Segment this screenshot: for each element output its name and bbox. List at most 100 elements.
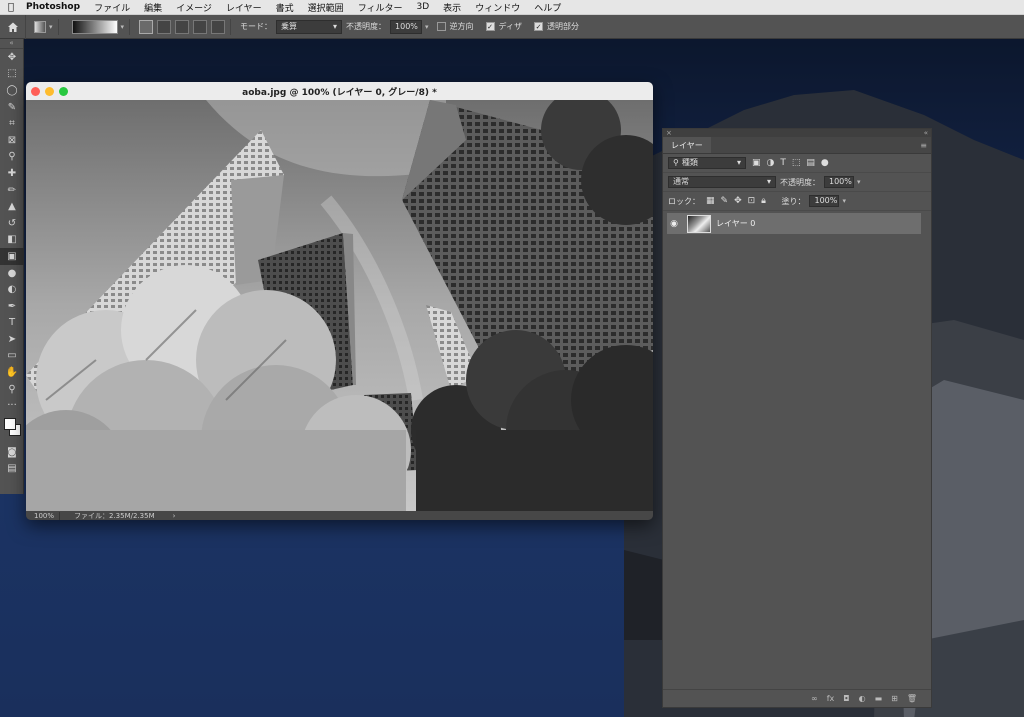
linear-gradient-button[interactable] — [139, 19, 154, 34]
quick-select-tool-icon[interactable]: ✎ — [0, 99, 24, 116]
menu-view[interactable]: 表示 — [436, 1, 468, 14]
layer-opacity-input[interactable]: 100% — [824, 176, 854, 188]
diamond-gradient-button[interactable] — [211, 19, 226, 34]
dither-label: ディザ — [498, 22, 522, 31]
status-menu-arrow[interactable]: › — [155, 512, 176, 520]
filter-toggle-icon[interactable]: ● — [821, 158, 829, 168]
panel-tabs: レイヤー ≡ — [663, 137, 931, 154]
adjustment-layer-icon[interactable]: ◐ — [859, 694, 866, 703]
lock-pixels-icon[interactable]: ✎ — [721, 196, 729, 206]
brush-tool-icon[interactable]: ✏ — [0, 182, 24, 199]
hand-tool-icon[interactable]: ✋ — [0, 364, 24, 381]
tool-preset-picker[interactable] — [34, 20, 46, 33]
fill-input[interactable]: 100% — [809, 195, 840, 207]
menu-app-name[interactable]: Photoshop — [22, 2, 87, 12]
apple-icon[interactable]:  — [0, 2, 22, 13]
lock-row: ロック： ▦ ✎ ✥ ⊡ 🔒︎ 塗り： 100% ▾ — [663, 192, 931, 211]
new-group-icon[interactable]: ▬ — [875, 694, 883, 703]
foreground-color-swatch[interactable] — [4, 418, 16, 431]
gradient-tool-icon[interactable]: ▣ — [0, 248, 24, 265]
adjustment-filter-icon[interactable]: ◑ — [767, 158, 775, 168]
marquee-tool-icon[interactable]: ⬚ — [0, 66, 24, 83]
blend-row: 通常 ▾ 不透明度： 100% ▾ — [663, 173, 931, 192]
rectangle-tool-icon[interactable]: ▭ — [0, 348, 24, 365]
menu-select[interactable]: 選択範囲 — [301, 1, 351, 14]
mode-value: 乗算 — [281, 21, 298, 31]
menu-layer[interactable]: レイヤー — [219, 1, 269, 14]
blur-tool-icon[interactable]: ● — [0, 265, 24, 282]
menu-filter[interactable]: フィルター — [351, 1, 410, 14]
crop-tool-icon[interactable]: ⌗ — [0, 115, 24, 132]
new-layer-icon[interactable]: ⊞ — [891, 694, 898, 703]
zoom-tool-icon[interactable]: ⚲ — [0, 381, 24, 398]
healing-brush-tool-icon[interactable]: ✚ — [0, 165, 24, 182]
stamp-tool-icon[interactable]: ▲ — [0, 198, 24, 215]
dither-checkbox[interactable]: ✓ — [485, 22, 495, 31]
chevron-down-icon[interactable]: ▾ — [857, 178, 861, 186]
history-brush-tool-icon[interactable]: ↺ — [0, 215, 24, 232]
quick-mask-icon[interactable]: ◙ — [0, 444, 24, 461]
frame-tool-icon[interactable]: ⊠ — [0, 132, 24, 149]
menu-3d[interactable]: 3D — [410, 2, 437, 12]
eyedropper-tool-icon[interactable]: ⚲ — [0, 149, 24, 166]
lock-position-icon[interactable]: ✥ — [734, 196, 742, 206]
menu-file[interactable]: ファイル — [87, 1, 137, 14]
home-button[interactable] — [0, 14, 26, 39]
type-tool-icon[interactable]: T — [0, 315, 24, 332]
layer-style-icon[interactable]: fx — [827, 694, 835, 703]
lock-transparent-icon[interactable]: ▦ — [706, 196, 715, 206]
transparency-checkbox[interactable]: ✓ — [534, 22, 543, 31]
mode-select[interactable]: 乗算 ▾ — [276, 19, 343, 34]
blend-mode-select[interactable]: 通常 ▾ — [668, 176, 776, 188]
filter-kind-select[interactable]: ⚲ 種類 ▾ — [668, 157, 746, 169]
menu-help[interactable]: ヘルプ — [527, 1, 568, 14]
image-canvas[interactable] — [26, 100, 653, 511]
zoom-level[interactable]: 100% — [26, 511, 60, 520]
lasso-tool-icon[interactable]: ◯ — [0, 82, 24, 99]
opacity-input[interactable]: 100% — [390, 19, 423, 34]
add-mask-icon[interactable]: ◘ — [843, 694, 849, 703]
search-icon: ⚲ — [673, 158, 679, 167]
reflected-gradient-button[interactable] — [193, 19, 208, 34]
color-swatches[interactable] — [0, 414, 23, 444]
link-layers-icon[interactable]: ∞ — [811, 694, 818, 703]
eraser-tool-icon[interactable]: ◧ — [0, 232, 24, 249]
menu-image[interactable]: イメージ — [169, 1, 219, 14]
chevron-down-icon: ▾ — [766, 177, 771, 186]
close-panel-icon[interactable]: × — [666, 129, 672, 137]
chevron-down-icon[interactable]: ▾ — [842, 197, 846, 205]
gradient-preview[interactable] — [71, 19, 118, 34]
dodge-tool-icon[interactable]: ◐ — [0, 281, 24, 298]
panel-menu-icon[interactable]: ≡ — [920, 141, 927, 150]
menu-window[interactable]: ウィンドウ — [468, 1, 527, 14]
angle-gradient-button[interactable] — [175, 19, 190, 34]
more-tools-icon[interactable]: ··· — [0, 397, 24, 414]
document-titlebar: aoba.jpg @ 100% (レイヤー 0, グレー/8) * — [26, 82, 653, 100]
panel-collapse-icon[interactable]: « — [0, 39, 23, 49]
screen-mode-icon[interactable]: ▤ — [0, 461, 24, 478]
reverse-checkbox[interactable] — [436, 22, 446, 31]
shape-filter-icon[interactable]: ⬚ — [792, 158, 801, 168]
menu-edit[interactable]: 編集 — [137, 1, 169, 14]
menu-type[interactable]: 書式 — [269, 1, 301, 14]
chevron-down-icon[interactable]: ▾ — [121, 23, 125, 31]
grayscale-photo — [26, 100, 653, 511]
layer-row[interactable]: ◉ レイヤー 0 — [667, 213, 921, 234]
lock-all-icon[interactable]: 🔒︎ — [761, 196, 766, 206]
path-select-tool-icon[interactable]: ➤ — [0, 331, 24, 348]
chevron-down-icon[interactable]: ▾ — [425, 23, 429, 31]
pen-tool-icon[interactable]: ✒ — [0, 298, 24, 315]
trash-icon[interactable]: 🗑︎ — [907, 694, 917, 703]
type-filter-icon[interactable]: T — [780, 158, 786, 168]
tab-layers[interactable]: レイヤー — [663, 137, 711, 153]
eye-icon[interactable]: ◉ — [667, 219, 681, 229]
collapse-panel-icon[interactable]: « — [924, 129, 928, 137]
move-tool-icon[interactable]: ✥ — [0, 49, 24, 66]
chevron-down-icon[interactable]: ▾ — [49, 23, 53, 31]
filter-kind-value: 種類 — [681, 158, 698, 167]
lock-artboard-icon[interactable]: ⊡ — [748, 196, 756, 206]
layer-name[interactable]: レイヤー 0 — [716, 218, 755, 229]
smart-object-filter-icon[interactable]: ▤ — [806, 158, 815, 168]
pixel-filter-icon[interactable]: ▣ — [752, 158, 761, 168]
radial-gradient-button[interactable] — [157, 19, 172, 34]
